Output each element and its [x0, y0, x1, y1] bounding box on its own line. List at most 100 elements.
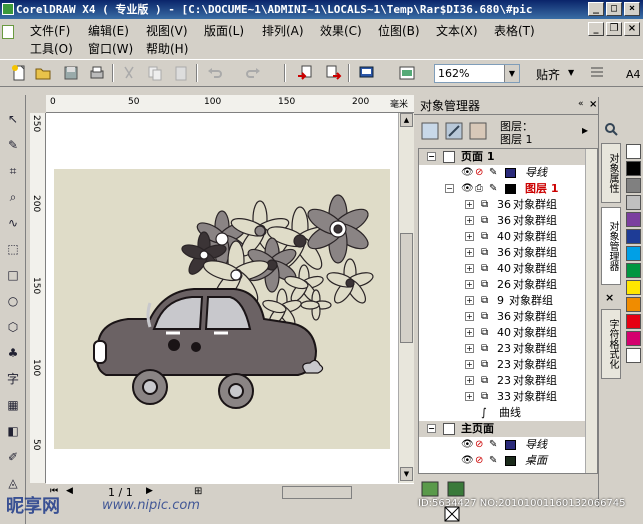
layer-color-swatch[interactable]	[505, 168, 516, 178]
tab-object-manager[interactable]: 对象管理器	[601, 207, 621, 285]
snap-to-button[interactable]: 贴齐	[536, 66, 560, 83]
doc-minimize-button[interactable]: _	[588, 22, 604, 36]
open-folder-icon[interactable]	[34, 64, 52, 82]
menu-text[interactable]: 文本(X)	[436, 22, 478, 39]
rectangle-tool-icon[interactable]: □	[3, 265, 23, 285]
palette-color-swatch[interactable]	[626, 263, 641, 278]
object-tree[interactable]: − 页面 1 👁 ⊘ ✎ 导线 − 👁 ⎙ ✎ 图层 1 + ⧉ 36 对象群组 + ⧉ 36 对象群组 + ⧉ 40 对象…	[418, 148, 598, 474]
palette-color-swatch[interactable]	[626, 297, 641, 312]
docker-close-icon[interactable]: ×	[589, 99, 597, 110]
close-button[interactable]: ×	[624, 2, 640, 16]
print-disabled-icon[interactable]: ⊘	[475, 455, 487, 467]
tree-group-row[interactable]: + ⧉ 36 对象群组	[419, 197, 597, 213]
palette-color-swatch[interactable]	[626, 195, 641, 210]
visibility-eye-icon[interactable]: 👁	[461, 439, 474, 451]
visibility-eye-icon[interactable]: 👁	[461, 455, 474, 467]
tree-group-row[interactable]: + ⧉ 23 对象群组	[419, 341, 597, 357]
palette-color-swatch[interactable]	[626, 314, 641, 329]
tree-group-row[interactable]: + ⧉ 36 对象群组	[419, 213, 597, 229]
scroll-down-arrow-icon[interactable]: ▼	[400, 467, 413, 481]
tab-close-icon[interactable]: ×	[605, 291, 614, 304]
previous-page-icon[interactable]: ◀	[66, 486, 73, 496]
add-page-icon[interactable]: ⊞	[194, 486, 202, 497]
expand-icon[interactable]: +	[465, 200, 474, 209]
table-tool-icon[interactable]: ▦	[3, 395, 23, 415]
tree-guides-layer-row[interactable]: 👁 ⊘ ✎ 导线	[419, 437, 597, 453]
menu-window[interactable]: 窗口(W)	[88, 40, 133, 57]
tree-page-row[interactable]: − 页面 1	[419, 149, 597, 165]
chevron-down-icon[interactable]: ▼	[568, 68, 574, 77]
palette-color-swatch[interactable]	[626, 161, 641, 176]
freehand-tool-icon[interactable]: ∿	[3, 213, 23, 233]
expand-icon[interactable]: +	[465, 312, 474, 321]
palette-color-swatch[interactable]	[626, 246, 641, 261]
layer-color-swatch[interactable]	[505, 456, 516, 466]
menu-view[interactable]: 视图(V)	[146, 22, 188, 39]
zoom-tool-icon[interactable]: ⌕	[3, 187, 23, 207]
chevron-down-icon[interactable]: ▼	[504, 65, 519, 82]
tree-desktop-layer-row[interactable]: 👁 ⊘ ✎ 桌面	[419, 453, 597, 469]
visibility-eye-icon[interactable]: 👁	[461, 183, 474, 195]
shape-tool-icon[interactable]: ✎	[3, 135, 23, 155]
collapse-icon[interactable]: −	[427, 424, 436, 433]
palette-color-swatch[interactable]	[626, 280, 641, 295]
new-layer-icon[interactable]	[420, 480, 440, 498]
menu-edit[interactable]: 编辑(E)	[88, 22, 129, 39]
edit-pencil-icon[interactable]: ✎	[489, 183, 501, 195]
copy-icon[interactable]	[146, 64, 164, 82]
expand-icon[interactable]: +	[465, 296, 474, 305]
tree-group-row[interactable]: + ⧉ 33 对象群组	[419, 389, 597, 405]
tree-scrollbar[interactable]	[585, 149, 597, 473]
docker-arrows-icon[interactable]: «	[578, 99, 584, 109]
expand-icon[interactable]: +	[465, 216, 474, 225]
export-icon[interactable]	[324, 64, 342, 82]
menu-layout[interactable]: 版面(L)	[204, 22, 244, 39]
tree-group-row[interactable]: + ⧉ 23 对象群组	[419, 357, 597, 373]
horizontal-scroll-thumb[interactable]	[282, 486, 352, 499]
expand-icon[interactable]: +	[465, 248, 474, 257]
expand-icon[interactable]: +	[465, 392, 474, 401]
eyedropper-tool-icon[interactable]: ✐	[3, 447, 23, 467]
new-master-layer-icon[interactable]	[446, 480, 466, 498]
new-document-icon[interactable]	[10, 64, 28, 82]
expand-icon[interactable]: +	[465, 328, 474, 337]
tree-group-row[interactable]: + ⧉ 40 对象群组	[419, 325, 597, 341]
smart-fill-icon[interactable]: ⬚	[3, 239, 23, 259]
expand-icon[interactable]: +	[465, 232, 474, 241]
menu-arrange[interactable]: 排列(A)	[262, 22, 304, 39]
tree-layer-row[interactable]: − 👁 ⎙ ✎ 图层 1	[419, 181, 597, 197]
docker-menu-icon[interactable]: ▸	[582, 123, 588, 137]
expand-icon[interactable]: +	[465, 280, 474, 289]
tree-group-row[interactable]: + ⧉ 36 对象群组	[419, 309, 597, 325]
cut-icon[interactable]	[120, 64, 138, 82]
menu-help[interactable]: 帮助(H)	[146, 40, 188, 57]
tree-group-row[interactable]: + ⧉ 40 对象群组	[419, 261, 597, 277]
palette-color-swatch[interactable]	[626, 212, 641, 227]
redo-icon[interactable]	[244, 64, 262, 82]
edit-pencil-icon[interactable]: ✎	[489, 439, 501, 451]
edit-pencil-icon[interactable]: ✎	[489, 167, 501, 179]
tree-group-row[interactable]: + ⧉ 40 对象群组	[419, 229, 597, 245]
expand-icon[interactable]: +	[465, 264, 474, 273]
vertical-scrollbar[interactable]: ▲ ▼	[398, 113, 414, 483]
import-icon[interactable]	[296, 64, 314, 82]
palette-color-swatch[interactable]	[626, 178, 641, 193]
menu-bitmaps[interactable]: 位图(B)	[378, 22, 420, 39]
vertical-ruler[interactable]: 250 200 150 100 50	[30, 113, 46, 483]
tree-curve-row[interactable]: ∫ 曲线	[419, 405, 597, 421]
zoom-level-dropdown[interactable]: 162% ▼	[434, 64, 520, 83]
palette-color-swatch[interactable]	[626, 144, 641, 159]
print-disabled-icon[interactable]: ⊘	[475, 167, 487, 179]
undo-icon[interactable]	[206, 64, 224, 82]
text-tool-icon[interactable]: 字	[3, 369, 23, 389]
edit-pencil-icon[interactable]: ✎	[489, 455, 501, 467]
scroll-thumb[interactable]	[400, 233, 413, 343]
doc-close-button[interactable]: ×	[624, 22, 640, 36]
interactive-tool-icon[interactable]: ◧	[3, 421, 23, 441]
doc-restore-button[interactable]: ❐	[606, 22, 622, 36]
print-disabled-icon[interactable]: ⊘	[475, 439, 487, 451]
expand-icon[interactable]: +	[465, 376, 474, 385]
tab-object-properties[interactable]: 对象属性	[601, 143, 621, 203]
menu-effects[interactable]: 效果(C)	[320, 22, 362, 39]
minimize-button[interactable]: _	[588, 2, 604, 16]
